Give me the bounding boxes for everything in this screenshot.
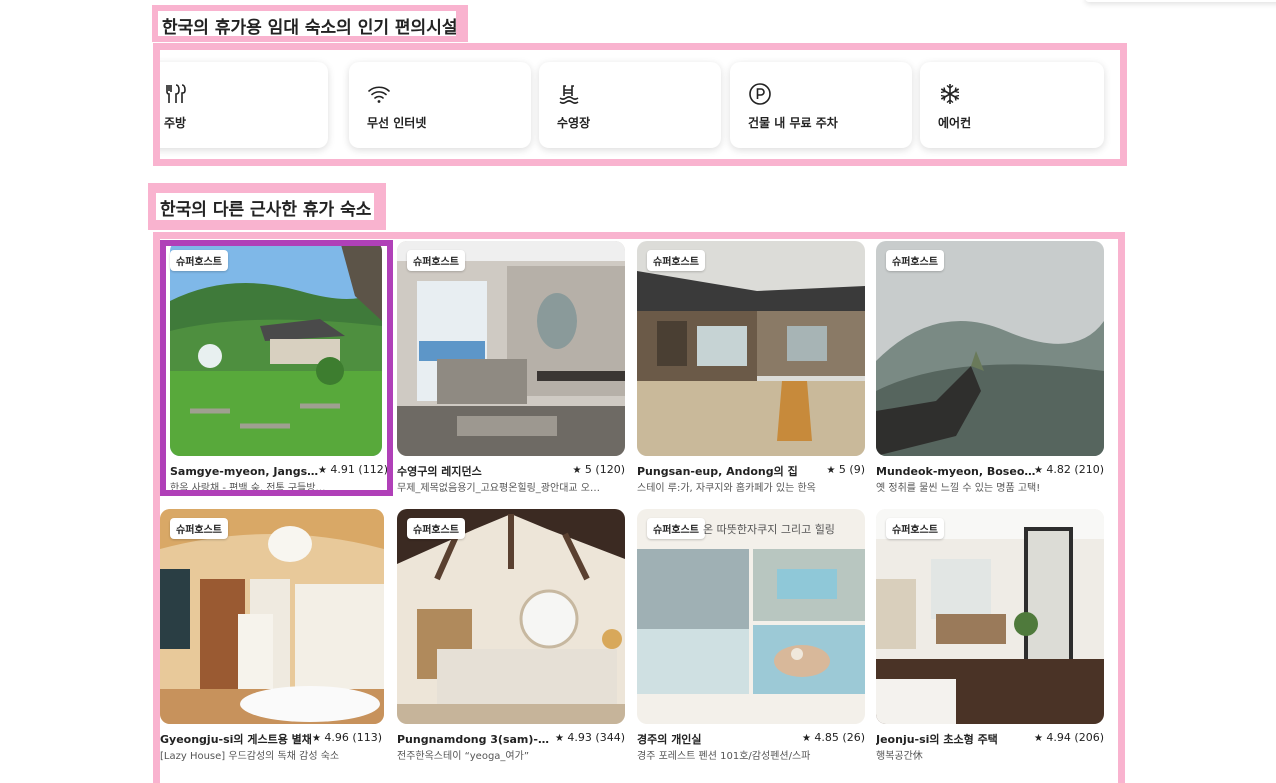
- listing-photo[interactable]: [397, 241, 625, 456]
- amenity-card-pool[interactable]: 수영장: [539, 62, 721, 148]
- listing-card[interactable]: 슈퍼호스트 Gyeongju-si의 게스트용 별채 ★ 4.96 (113) …: [160, 509, 390, 765]
- listing-rating: ★ 4.96 (113): [312, 731, 382, 744]
- star-icon: ★: [826, 465, 836, 476]
- superhost-badge: 슈퍼호스트: [170, 518, 228, 539]
- amenities-title-box: 한국의 휴가용 임대 숙소의 인기 편의시설: [152, 5, 468, 42]
- listing-subtitle: 전주한옥스테이 “yeoga_여가”: [397, 751, 530, 762]
- image-caption: 온 따뜻한자쿠지 그리고 힐링: [703, 523, 835, 536]
- listing-card[interactable]: 슈퍼호스트 Jeonju-si의 초소형 주택 ★ 4.94 (206) 행복공…: [876, 509, 1106, 765]
- star-icon: ★: [554, 733, 564, 744]
- hanok-bedroom-photo: [397, 509, 625, 724]
- listing-subtitle: 무제_제목없음용기_고요평온힐링_광안대교 오션뷰: [397, 483, 607, 494]
- listing-photo[interactable]: [876, 241, 1104, 456]
- listing-rating: ★ 4.94 (206): [1034, 731, 1104, 744]
- utensils-icon: [166, 84, 186, 103]
- listing-photo[interactable]: [397, 509, 625, 724]
- rating-value: 5 (120): [584, 463, 625, 476]
- listing-card[interactable]: 슈퍼호스트 Pungnamdong 3(sam)-ga, Wansan-gu의 …: [397, 509, 627, 765]
- listing-card[interactable]: 슈퍼호스트 Mundeok-myeon, Boseong-gun의 한옥 ★ 4…: [876, 241, 1106, 497]
- listing-title: 수영구의 레지던스: [397, 465, 482, 478]
- star-icon: ★: [801, 733, 811, 744]
- amenity-label: 무선 인터넷: [367, 116, 427, 130]
- rating-value: 4.94 (206): [1046, 731, 1104, 744]
- pool-icon: [559, 85, 579, 104]
- listings-grid: 슈퍼호스트 Samgye-myeon, Jangseong-gun의 한옥 ★ …: [160, 239, 1118, 783]
- rating-value: 4.93 (344): [567, 731, 625, 744]
- superhost-badge: 슈퍼호스트: [647, 518, 705, 539]
- superhost-badge: 슈퍼호스트: [886, 250, 944, 271]
- rating-value: 4.91 (112): [330, 463, 388, 476]
- amenity-card-wifi[interactable]: 무선 인터넷: [349, 62, 531, 148]
- listings-section-title: 한국의 다른 근사한 휴가 숙소: [156, 193, 374, 220]
- listing-rating: ★ 4.82 (210): [1034, 463, 1104, 476]
- wifi-icon: [368, 86, 390, 103]
- rating-value: 4.96 (113): [324, 731, 382, 744]
- listing-title: Jeonju-si의 초소형 주택: [876, 733, 998, 746]
- rating-value: 5 (9): [838, 463, 865, 476]
- hanok-exterior-photo: [637, 241, 865, 456]
- rating-value: 4.82 (210): [1046, 463, 1104, 476]
- residence-interior-photo: [397, 241, 625, 456]
- listing-photo[interactable]: [876, 509, 1104, 724]
- listing-card[interactable]: 슈퍼호스트 온 따뜻한자쿠지 그리고 힐링 경주의 개인실 ★ 4.85 (26…: [637, 509, 867, 765]
- listing-rating: ★ 4.93 (344): [555, 731, 625, 744]
- amenities-row: 주방 무선 인터넷 수영장 건물 내 무료 주차 에어컨: [160, 50, 1120, 159]
- amenities-section-title: 한국의 휴가용 임대 숙소의 인기 편의시설: [158, 11, 456, 36]
- star-icon: ★: [311, 733, 321, 744]
- amenity-card-kitchen[interactable]: 주방: [160, 62, 328, 148]
- listing-rating: ★ 4.91 (112): [318, 463, 388, 476]
- listing-photo[interactable]: [170, 241, 382, 456]
- listings-container: 슈퍼호스트 Samgye-myeon, Jangseong-gun의 한옥 ★ …: [153, 232, 1125, 783]
- parking-icon: [749, 83, 771, 105]
- listing-card[interactable]: 슈퍼호스트 Samgye-myeon, Jangseong-gun의 한옥 ★ …: [160, 241, 390, 497]
- hanok-garden-photo: [170, 241, 382, 456]
- listing-title: Samgye-myeon, Jangseong-gun의 한옥: [170, 465, 320, 478]
- listings-title-box: 한국의 다른 근사한 휴가 숙소: [148, 183, 386, 230]
- listing-subtitle: 옛 정취를 물씬 느낄 수 있는 명품 고택!: [876, 483, 1041, 494]
- listing-rating: ★ 5 (120): [572, 463, 625, 476]
- listing-photo[interactable]: [160, 509, 384, 724]
- amenity-label: 건물 내 무료 주차: [748, 116, 838, 130]
- listing-title: 경주의 개인실: [637, 733, 702, 746]
- amenity-label: 주방: [164, 116, 187, 130]
- rating-value: 4.85 (26): [814, 731, 865, 744]
- listing-subtitle: 경주 포레스트 펜션 101호/감성펜션/스파: [637, 751, 811, 762]
- misty-mountain-photo: [876, 241, 1104, 456]
- spa-collage-photo: [637, 509, 865, 724]
- listing-subtitle: 한옥 사랑채 - 편백 숲, 전통 구들방 2, 넓은 잔디마당: [170, 483, 328, 494]
- listing-title: Pungsan-eup, Andong의 집: [637, 465, 798, 478]
- dropdown-shadow: [1085, 0, 1276, 2]
- listing-subtitle: 행복공간休: [876, 751, 923, 762]
- tiny-house-interior-photo: [876, 509, 1104, 724]
- listing-card[interactable]: 슈퍼호스트 수영구의 레지던스 ★ 5 (120) 무제_제목없음용기_고요평온…: [397, 241, 627, 497]
- listing-title: Pungnamdong 3(sam)-ga, Wansan-gu의 한옥: [397, 733, 553, 746]
- listing-subtitle: 스테이 루:가, 자쿠지와 홈카페가 있는 한옥: [637, 483, 816, 494]
- listing-photo[interactable]: [637, 509, 865, 724]
- superhost-badge: 슈퍼호스트: [647, 250, 705, 271]
- superhost-badge: 슈퍼호스트: [886, 518, 944, 539]
- listing-photo[interactable]: [637, 241, 865, 456]
- listing-subtitle: [Lazy House] 우드감성의 독채 감성 숙소: [160, 751, 340, 762]
- amenity-card-aircon[interactable]: 에어컨: [920, 62, 1104, 148]
- listing-title: Mundeok-myeon, Boseong-gun의 한옥: [876, 465, 1036, 478]
- listing-rating: ★ 4.85 (26): [802, 731, 865, 744]
- superhost-badge: 슈퍼호스트: [407, 518, 465, 539]
- star-icon: ★: [1033, 733, 1043, 744]
- star-icon: ★: [317, 465, 327, 476]
- star-icon: ★: [572, 465, 582, 476]
- amenity-label: 에어컨: [938, 116, 972, 130]
- amenities-container: 주방 무선 인터넷 수영장 건물 내 무료 주차 에어컨: [153, 43, 1127, 166]
- superhost-badge: 슈퍼호스트: [407, 250, 465, 271]
- listing-rating: ★ 5 (9): [826, 463, 865, 476]
- listing-card[interactable]: 슈퍼호스트 Pungsan-eup, Andong의 집 ★ 5 (9) 스테이…: [637, 241, 867, 497]
- star-icon: ★: [1033, 465, 1043, 476]
- amenity-card-parking[interactable]: 건물 내 무료 주차: [730, 62, 912, 148]
- wooden-kitchen-photo: [160, 509, 384, 724]
- listing-title: Gyeongju-si의 게스트용 별채: [160, 733, 312, 746]
- snowflake-icon: [940, 84, 960, 104]
- amenity-label: 수영장: [557, 116, 591, 130]
- superhost-badge: 슈퍼호스트: [170, 250, 228, 271]
